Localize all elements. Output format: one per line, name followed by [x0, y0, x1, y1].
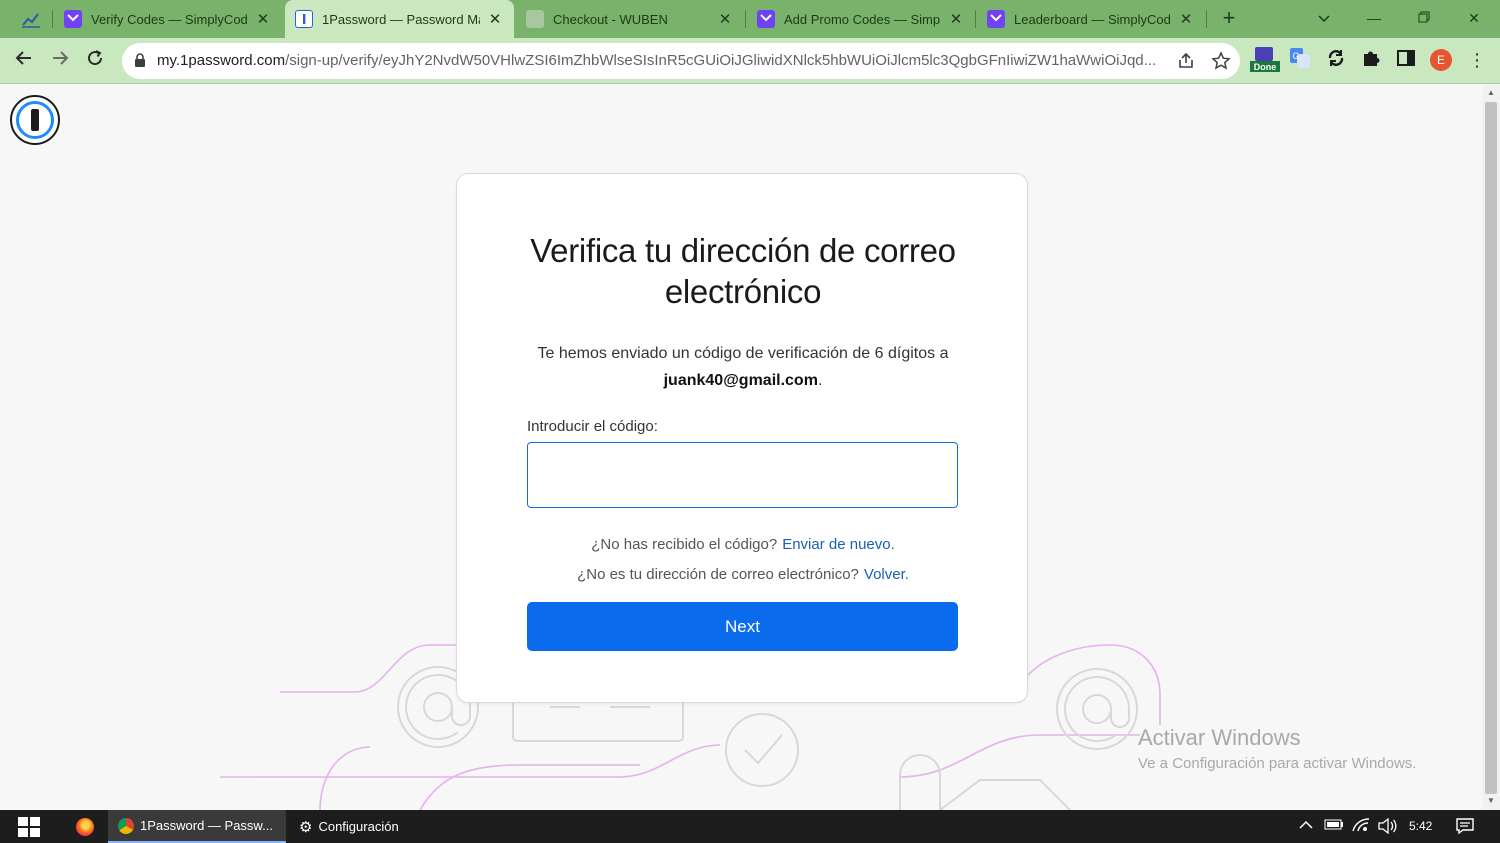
close-window-button[interactable]: ✕ — [1459, 6, 1489, 30]
simplycodes-icon — [64, 10, 82, 28]
back-button[interactable] — [12, 49, 36, 73]
side-panel-icon[interactable] — [1395, 47, 1421, 73]
resend-line: ¿No has recibido el código? Enviar de nue… — [457, 536, 1029, 553]
start-windows-icon[interactable] — [18, 817, 40, 837]
volume-icon[interactable] — [1377, 817, 1397, 837]
scroll-down-icon[interactable]: ▼ — [1486, 796, 1496, 805]
scroll-up-icon[interactable]: ▲ — [1486, 88, 1496, 97]
url-text: my.1password.com/sign-up/verify/eyJhY2Nv… — [157, 52, 1157, 69]
tab-title: Add Promo Codes — SimplyCodes — [784, 11, 941, 27]
restore-icon — [1418, 11, 1430, 23]
chrome-icon — [118, 817, 134, 834]
email-address: juank40@gmail.com — [663, 372, 818, 389]
chevron-down-icon — [1318, 15, 1330, 23]
resend-question: ¿No has recibido el código? — [591, 536, 778, 553]
close-icon[interactable]: ✕ — [716, 10, 734, 28]
tab-separator — [1206, 10, 1207, 28]
forward-button[interactable] — [48, 49, 72, 73]
gear-icon: ⚙ — [299, 818, 313, 836]
taskbar-app-settings[interactable]: ⚙ Configuración — [289, 810, 414, 843]
logo-keyhole — [31, 109, 39, 131]
puzzle-extensions-icon[interactable] — [1360, 47, 1386, 73]
notifications-icon[interactable] — [1456, 818, 1474, 834]
url-path: /sign-up/verify/eyJhY2NvdW50VHlwZSI6ImZh… — [285, 52, 1157, 69]
wifi-icon[interactable] — [1352, 818, 1370, 835]
system-clock[interactable]: 5:42 — [1409, 819, 1432, 833]
close-icon[interactable]: ✕ — [486, 10, 504, 28]
menu-kebab-icon[interactable]: ⋮ — [1468, 49, 1486, 73]
reload-icon — [88, 50, 103, 66]
page-title: Verifica tu dirección de correo electrón… — [530, 232, 956, 310]
tab-add-promo-codes[interactable]: Add Promo Codes — SimplyCodes ✕ — [747, 0, 975, 38]
close-icon[interactable]: ✕ — [1177, 10, 1195, 28]
taskbar-app-label: 1Password — Passw... — [140, 818, 273, 833]
sync-extension-icon[interactable] — [1325, 47, 1351, 73]
arrow-right-icon — [53, 51, 69, 65]
bookmark-star-icon[interactable] — [1211, 51, 1231, 71]
address-bar[interactable]: my.1password.com/sign-up/verify/eyJhY2Nv… — [122, 43, 1240, 79]
chart-icon[interactable] — [20, 9, 42, 29]
tab-title: Checkout - WUBEN — [553, 11, 668, 27]
tab-separator — [975, 10, 976, 28]
code-label: Introducir el código: — [527, 418, 658, 435]
tab-strip: Verify Codes — SimplyCodes ✕ 1Password —… — [0, 0, 1500, 38]
tab-leaderboard[interactable]: Leaderboard — SimplyCodes ✕ — [977, 0, 1205, 38]
reload-button[interactable] — [83, 49, 107, 73]
tab-title: 1Password — Password Manager — [322, 11, 480, 27]
resend-link[interactable]: Enviar de nuevo. — [782, 536, 895, 553]
page-content: Verifica tu dirección de correo electrón… — [0, 85, 1482, 810]
arrow-left-icon — [15, 51, 31, 65]
chevron-up-icon[interactable] — [1299, 818, 1313, 833]
1password-logo[interactable] — [10, 95, 60, 145]
battery-icon[interactable] — [1324, 818, 1344, 833]
share-icon[interactable] — [1176, 51, 1196, 71]
url-host: my.1password.com — [157, 52, 286, 69]
new-tab-button[interactable]: + — [1218, 7, 1240, 30]
tab-separator — [52, 10, 53, 28]
tab-separator — [745, 10, 746, 28]
verify-email-card: Verifica tu dirección de correo electrón… — [456, 173, 1028, 703]
simplycodes-icon — [757, 10, 775, 28]
close-icon[interactable]: ✕ — [947, 10, 965, 28]
svg-text:G: G — [1292, 51, 1299, 61]
watermark-title: Activar Windows — [1138, 725, 1301, 750]
done-extension-icon[interactable]: Done — [1250, 47, 1280, 73]
firefox-icon[interactable] — [76, 818, 94, 836]
watermark-subtitle: Ve a Configuración para activar Windows. — [1138, 755, 1417, 772]
tab-checkout-wuben[interactable]: Checkout - WUBEN ✕ — [516, 0, 744, 38]
restore-button[interactable] — [1409, 6, 1439, 30]
wuben-icon — [526, 10, 544, 28]
windows-activation-watermark: Activar Windows Ve a Configuración para … — [1138, 725, 1416, 772]
taskbar-app-label: Configuración — [318, 819, 399, 834]
extension-badge: Done — [1254, 62, 1277, 72]
tab-search-button[interactable] — [1309, 6, 1339, 30]
profile-avatar[interactable]: E — [1430, 49, 1452, 71]
period: . — [817, 372, 823, 389]
description-text: Te hemos enviado un código de verificaci… — [537, 345, 949, 362]
verification-code-input[interactable] — [527, 442, 958, 508]
close-icon[interactable]: ✕ — [254, 10, 272, 28]
lock-icon — [135, 53, 145, 67]
scrollbar-thumb[interactable] — [1485, 102, 1497, 794]
tab-1password[interactable]: 1Password — Password Manager ✕ — [285, 0, 514, 38]
back-link[interactable]: Volver. — [864, 566, 909, 583]
next-button[interactable]: Next — [527, 602, 958, 651]
minimize-button[interactable]: — — [1359, 6, 1389, 30]
browser-toolbar: my.1password.com/sign-up/verify/eyJhY2Nv… — [0, 38, 1500, 84]
taskbar-app-chrome[interactable]: 1Password — Passw... — [108, 810, 286, 843]
logo-ring — [16, 101, 54, 139]
1password-icon — [295, 10, 313, 28]
tab-title: Verify Codes — SimplyCodes — [91, 11, 248, 27]
back-question: ¿No es tu dirección de correo electrónic… — [577, 566, 859, 583]
tab-title: Leaderboard — SimplyCodes — [1014, 11, 1171, 27]
verification-description: Te hemos enviado un código de verificaci… — [497, 340, 989, 394]
windows-taskbar: 1Password — Passw... ⚙ Configuración 5:4… — [0, 810, 1500, 843]
page-scrollbar[interactable]: ▲ ▼ — [1482, 85, 1500, 810]
tab-verify-codes[interactable]: Verify Codes — SimplyCodes ✕ — [54, 0, 282, 38]
simplycodes-icon — [987, 10, 1005, 28]
translate-extension-icon[interactable]: G — [1289, 47, 1315, 73]
back-line: ¿No es tu dirección de correo electrónic… — [457, 566, 1029, 583]
